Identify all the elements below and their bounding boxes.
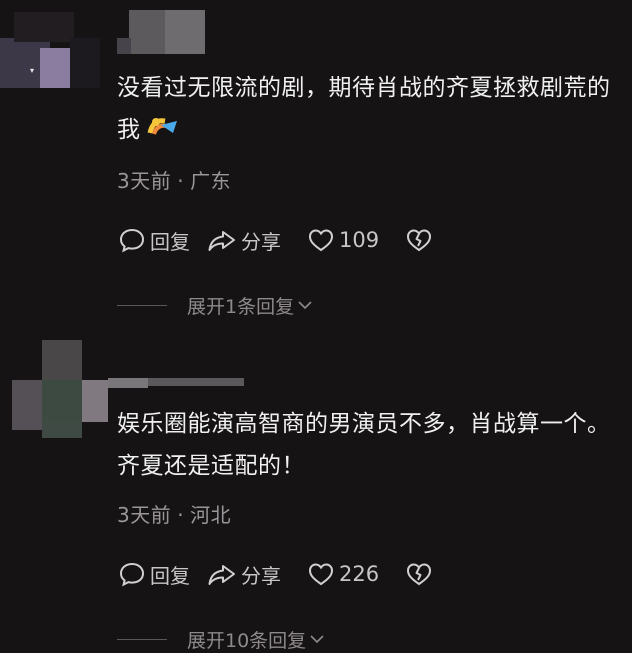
- heart-icon: [307, 560, 335, 588]
- like-count: 226: [339, 562, 380, 586]
- broken-heart-icon: [405, 560, 433, 588]
- comment-meta: 3天前 · 河北: [117, 503, 232, 527]
- reply-button[interactable]: 回复: [117, 225, 190, 255]
- username[interactable]: [108, 374, 248, 390]
- chevron-down-icon: [308, 629, 326, 651]
- timestamp: 3天前: [117, 169, 172, 193]
- comment-text: 没看过无限流的剧，期待肖战的齐夏拯救剧荒的我: [117, 67, 622, 151]
- like-button[interactable]: 109: [307, 226, 379, 254]
- share-arrow-icon: [206, 225, 238, 255]
- comment-meta: 3天前 · 广东: [117, 169, 232, 193]
- action-bar: 回复 分享 226: [117, 557, 433, 591]
- divider: [117, 639, 167, 640]
- expand-replies-button[interactable]: 展开1条回复: [117, 292, 314, 319]
- rainbow-emoji-icon: [147, 109, 179, 151]
- reply-button[interactable]: 回复: [117, 559, 190, 589]
- avatar[interactable]: ▾: [0, 8, 100, 88]
- divider: [117, 305, 167, 306]
- action-bar: 回复 分享 109: [117, 223, 433, 257]
- like-button[interactable]: 226: [307, 560, 379, 588]
- like-count: 109: [339, 228, 380, 252]
- location: 广东: [190, 169, 232, 193]
- expand-replies-button[interactable]: 展开10条回复: [117, 626, 326, 653]
- comment-text: 娱乐圈能演高智商的男演员不多，肖战算一个。齐夏还是适配的！: [117, 411, 611, 479]
- share-arrow-icon: [206, 559, 238, 589]
- share-button[interactable]: 分享: [206, 559, 281, 589]
- dislike-button[interactable]: [405, 226, 433, 254]
- broken-heart-icon: [405, 226, 433, 254]
- timestamp: 3天前: [117, 503, 172, 527]
- chevron-down-icon: [296, 295, 314, 317]
- dislike-button[interactable]: [405, 560, 433, 588]
- chevron-down-icon: ▾: [30, 66, 35, 75]
- share-button[interactable]: 分享: [206, 225, 281, 255]
- heart-icon: [307, 226, 335, 254]
- location: 河北: [190, 503, 232, 527]
- username[interactable]: [117, 10, 207, 54]
- comment-bubble-icon: [117, 225, 147, 255]
- avatar[interactable]: [12, 340, 108, 438]
- comment-item: 娱乐圈能演高智商的男演员不多，肖战算一个。齐夏还是适配的！ 3天前 · 河北 回复 …: [0, 330, 632, 652]
- comment-item: ▾ 没看过无限流的剧，期待肖战的齐夏拯救剧荒的我 3天前 · 广东 回复 分享 10…: [0, 0, 632, 330]
- comment-bubble-icon: [117, 559, 147, 589]
